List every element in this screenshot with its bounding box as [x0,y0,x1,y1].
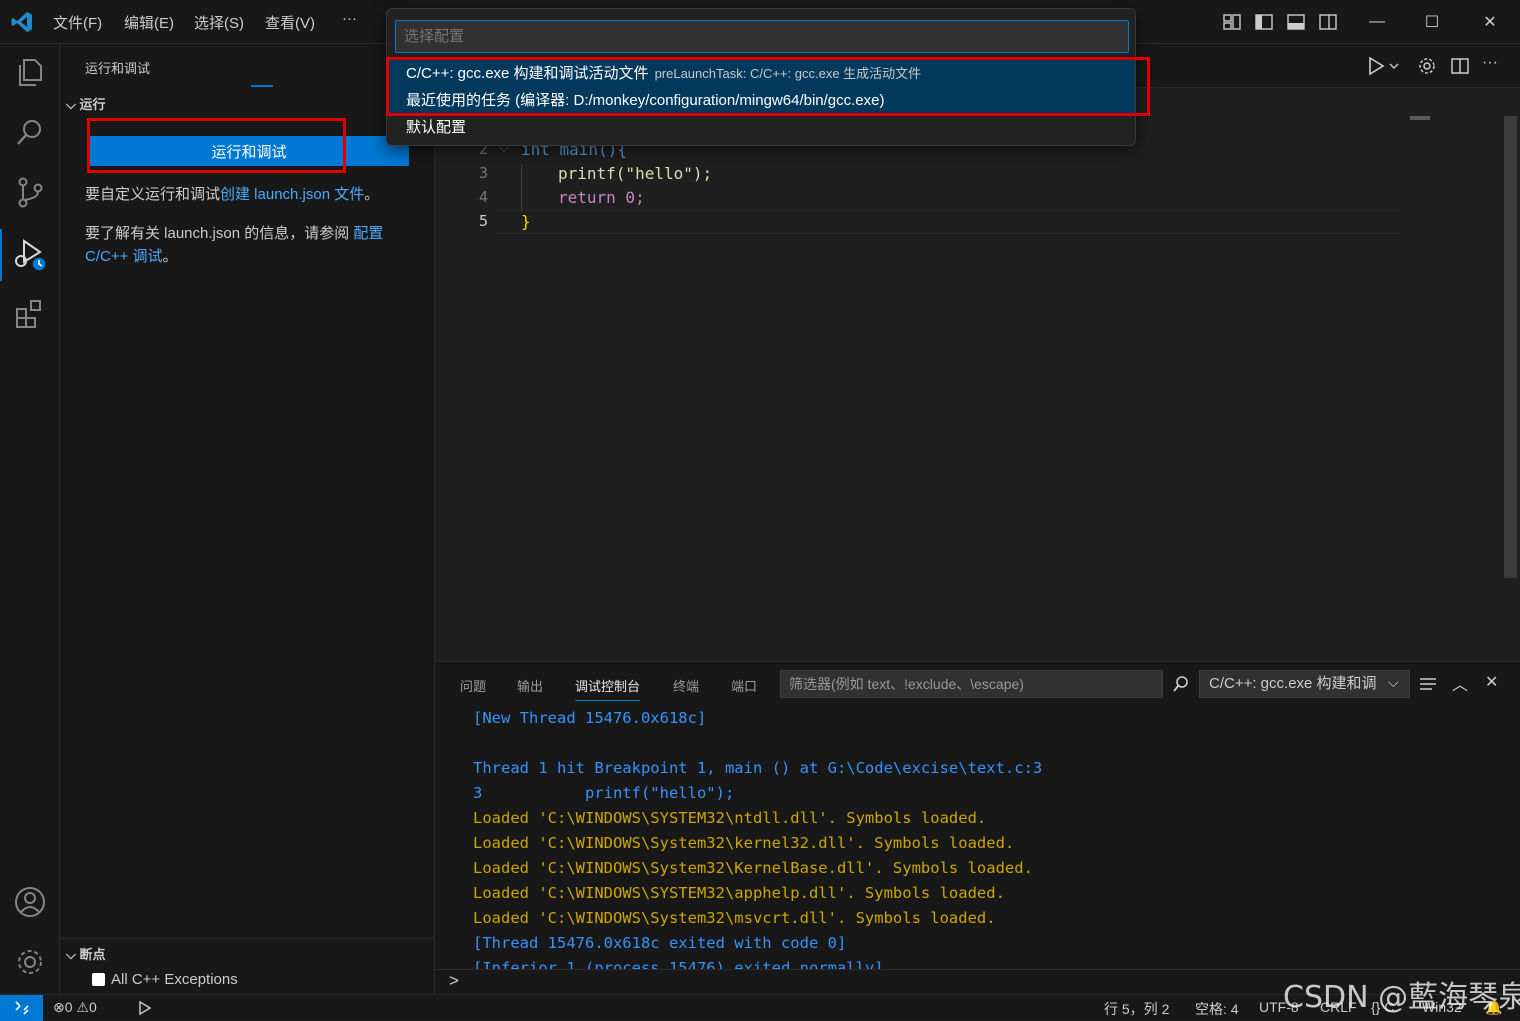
console-line: Thread 1 hit Breakpoint 1, main () at G:… [473,759,1043,777]
debug-status-icon[interactable] [135,1000,153,1016]
filter-search-icon[interactable] [1171,674,1191,694]
activity-bar [0,44,60,994]
console-filter-input[interactable]: 筛选器(例如 text、!exclude、\escape) [780,670,1163,698]
run-section-header[interactable]: ⌵ 运行 [66,94,106,113]
run-and-debug-icon[interactable] [12,236,48,272]
console-line: [Inferior 1 (process 15476) exited norma… [473,959,884,969]
minimize-icon[interactable]: — [1348,0,1406,44]
tab-debug-console[interactable]: 调试控制台 [575,676,641,701]
tab-problems[interactable]: 问题 [460,676,486,695]
accounts-icon[interactable] [12,884,48,920]
close-panel-icon[interactable]: ✕ [1485,672,1498,692]
remote-indicator-icon[interactable] [0,995,43,1021]
error-icon: ⊗ [53,999,65,1015]
menu-view[interactable]: 查看(V) [265,12,315,33]
chevron-down-icon[interactable]: ⌵ [1388,674,1399,691]
quickpick-item-default-config[interactable]: 默认配置 [387,114,1135,141]
debug-console-output: [New Thread 15476.0x618c] Thread 1 hit B… [435,707,1520,969]
indentation[interactable]: 空格: 4 [1195,999,1239,1019]
cpp-debug-link[interactable]: C/C++ 调试 [85,248,163,265]
customize-hint: 要自定义运行和调试创建 launch.json 文件。 [85,186,380,203]
cursor-position[interactable]: 行 5，列 2 [1104,999,1169,1019]
csdn-watermark: CSDN @藍海琴泉 [1283,980,1520,1015]
customize-layout-icon[interactable] [1222,12,1242,32]
run-debug-sidebar: 运行和调试 ⌵ 运行 运行和调试 要自定义运行和调试创建 launch.json… [60,44,435,994]
line-number: 3 [478,164,488,182]
console-line: Loaded 'C:\WINDOWS\System32\msvcrt.dll'.… [473,909,996,927]
code-line: printf("hello"); [558,164,713,183]
manage-gear-icon[interactable] [12,944,48,980]
explorer-icon[interactable] [12,54,48,90]
line-number: 4 [478,188,488,206]
tab-ports[interactable]: 端口 [731,676,757,695]
close-icon[interactable]: ✕ [1461,0,1519,44]
sidebar-title: 运行和调试 [85,61,151,76]
configure-link[interactable]: 配置 [353,225,383,242]
bottom-panel: 问题 输出 调试控制台 终端 端口 筛选器(例如 text、!exclude、\… [435,661,1520,994]
minimap[interactable] [1410,116,1430,120]
quickpick-input[interactable] [395,20,1129,53]
code-line: } [521,212,531,231]
toggle-secondary-sidebar-icon[interactable] [1318,12,1338,32]
run-and-debug-button[interactable]: 运行和调试 [89,136,409,166]
code-line: return 0; [558,188,645,207]
breakpoint-item[interactable]: All C++ Exceptions [92,971,238,988]
learn-more-hint: 要了解有关 launch.json 的信息，请参阅 配置 C/C++ 调试。 [85,225,384,265]
breakpoints-section-header[interactable]: ⌵ 断点 [66,944,106,963]
console-line: Loaded 'C:\WINDOWS\SYSTEM32\ntdll.dll'. … [473,809,987,827]
create-launch-json-link[interactable]: 创建 launch.json 文件 [220,186,364,203]
toggle-panel-icon[interactable] [1286,12,1306,32]
line-number: 5 [478,212,488,230]
menu-selection[interactable]: 选择(S) [194,12,244,33]
chevron-down-icon: ⌵ [66,947,76,962]
tab-output[interactable]: 输出 [517,676,543,695]
toggle-sidebar-icon[interactable] [1254,12,1274,32]
split-editor-icon[interactable] [1450,56,1470,76]
maximize-icon[interactable]: ☐ [1403,0,1461,44]
settings-gear-icon[interactable] [1417,56,1437,76]
maximize-panel-icon[interactable]: ︿ [1452,671,1468,695]
vscode-logo-icon [11,12,32,32]
chevron-down-icon: ⌵ [66,97,76,112]
quickpick-item-recent-task[interactable]: 最近使用的任务 (编译器: D:/monkey/configuration/mi… [387,87,1135,114]
menu-file[interactable]: 文件(F) [53,12,102,33]
select-configuration-quickpick: C/C++: gcc.exe 构建和调试活动文件preLaunchTask: C… [386,8,1136,146]
problems-status[interactable]: ⊗0 ⚠0 [53,999,97,1016]
console-prompt[interactable]: > [449,971,459,991]
console-line: Loaded 'C:\WINDOWS\System32\KernelBase.d… [473,859,1033,877]
source-control-icon[interactable] [12,174,48,210]
console-line: [New Thread 15476.0x618c] [473,709,707,727]
editor-scrollbar[interactable] [1504,116,1517,578]
run-debug-dropdown-icon[interactable] [1365,56,1399,76]
tab-terminal[interactable]: 终端 [673,676,699,695]
search-icon[interactable] [12,114,48,150]
progress-indicator [251,85,273,87]
extensions-icon[interactable] [12,296,48,332]
console-line: [Thread 15476.0x618c exited with code 0] [473,934,847,952]
warning-icon: ⚠ [76,999,89,1015]
clear-console-icon[interactable] [1418,675,1438,693]
menu-edit[interactable]: 编辑(E) [124,12,174,33]
console-line: Loaded 'C:\WINDOWS\System32\kernel32.dll… [473,834,1015,852]
menu-more[interactable]: ··· [342,10,357,27]
console-line: Loaded 'C:\WINDOWS\SYSTEM32\apphelp.dll'… [473,884,1005,902]
breakpoint-checkbox[interactable] [92,973,105,986]
console-line: 3 printf("hello"); [473,784,735,802]
more-actions-icon[interactable]: ··· [1482,54,1498,72]
quickpick-item-gcc-debug[interactable]: C/C++: gcc.exe 构建和调试活动文件 preLaunchTask: C… [387,60,1135,87]
debug-config-select[interactable]: C/C++: gcc.exe 构建和调 [1199,670,1410,698]
